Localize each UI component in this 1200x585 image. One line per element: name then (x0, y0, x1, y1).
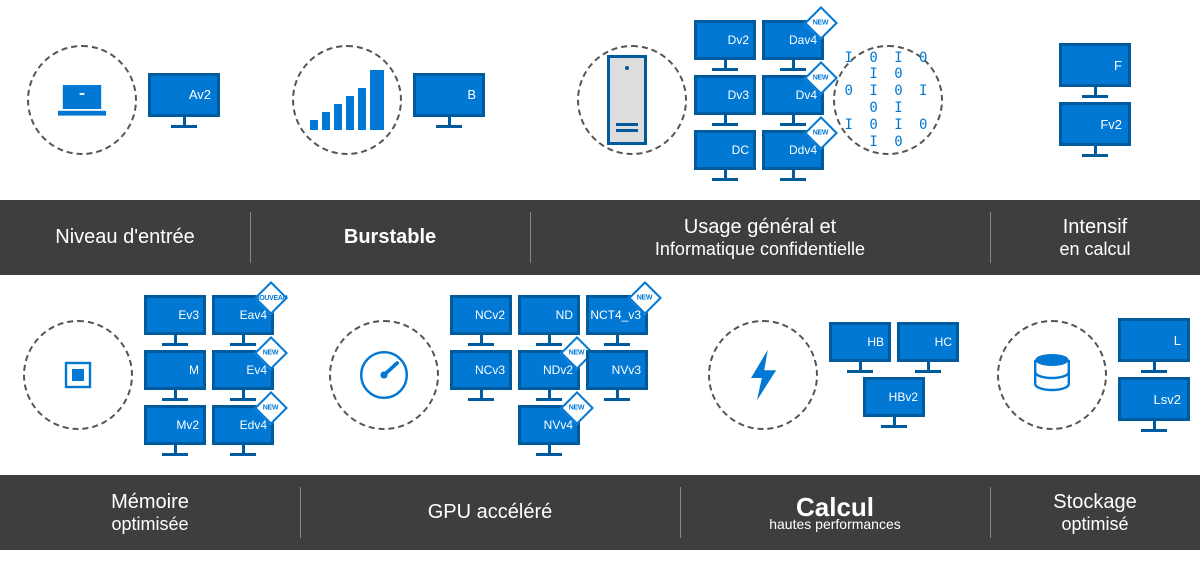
entry-level-cell: Av2 (0, 0, 250, 200)
bottom-icon-row: Ev3Eav4NOUVEAUMEv4NEWMv2Edv4NEW NCv2NDNC… (0, 275, 1200, 475)
monitor-b: B (413, 73, 485, 128)
monitor-dv3: Dv3 (694, 75, 756, 126)
memory-optimized-cell: Ev3Eav4NOUVEAUMEv4NEWMv2Edv4NEW (0, 275, 300, 475)
monitor-hb: HB (829, 322, 891, 373)
cpu-chip-icon (23, 320, 133, 430)
monitor-dc: DC (694, 130, 756, 181)
monitor-av2: Av2 (148, 73, 220, 128)
bar-chart-icon (292, 45, 402, 155)
monitor-dv2: Dv2 (694, 20, 756, 71)
label-storage-l2: optimisé (1061, 514, 1128, 535)
monitor-eav4: Eav4NOUVEAU (212, 295, 274, 346)
monitor-nct4_v3: NCT4_v3NEW (586, 295, 648, 346)
monitor-l: L (1118, 318, 1190, 373)
hpc-cell: HBHCHBv2 (680, 275, 990, 475)
database-cylinder-icon (997, 320, 1107, 430)
label-memory-l1: Mémoire (111, 491, 189, 514)
top-label-row: Niveau d'entrée Burstable Usage général … (0, 200, 1200, 275)
monitor-nd: ND (518, 295, 580, 346)
monitor-m: M (144, 350, 206, 401)
monitor-ndv2: NDv2NEW (518, 350, 580, 401)
monitor-dav4: Dav4NEW (762, 20, 824, 71)
monitor-fv2: Fv2 (1059, 102, 1131, 157)
monitor-hc: HC (897, 322, 959, 373)
monitor-dv4: Dv4NEW (762, 75, 824, 126)
gpu-accelerated-cell: NCv2NDNCT4_v3NEW NCv3NDv2NEWNVv3NVv4NEW (300, 275, 680, 475)
monitor-edv4: Edv4NEW (212, 405, 274, 456)
laptop-icon (27, 45, 137, 155)
gauge-speedometer-icon (329, 320, 439, 430)
label-general-l2: Informatique confidentielle (655, 239, 865, 260)
label-compute-l2: en calcul (1059, 239, 1130, 260)
monitor-mv2: Mv2 (144, 405, 206, 456)
monitor-ddv4: Ddv4NEW (762, 130, 824, 181)
monitor-nvv3: NVv3 (586, 350, 648, 401)
bottom-label-row: Mémoire optimisée GPU accéléré Calcul ha… (0, 475, 1200, 550)
lightning-bolt-icon (708, 320, 818, 430)
label-burstable: Burstable (344, 226, 436, 249)
compute-intensive-cell: FFv2 (990, 0, 1200, 200)
monitor-ev4: Ev4NEW (212, 350, 274, 401)
monitor-f: F (1059, 43, 1131, 98)
monitor-nvv4: NVv4NEW (518, 405, 580, 456)
label-compute-l1: Intensif (1063, 216, 1127, 239)
monitor-ncv3: NCv3 (450, 350, 512, 401)
monitor-ev3: Ev3 (144, 295, 206, 346)
label-storage-l1: Stockage (1053, 491, 1136, 514)
label-entry-level: Niveau d'entrée (55, 226, 194, 249)
label-memory-l2: optimisée (111, 514, 188, 535)
binary-code-icon: I 0 I 0 I 0 0 I 0 I 0 I I 0 I 0 I 0 (833, 45, 943, 155)
monitor-ncv2: NCv2 (450, 295, 512, 346)
monitor-hbv2: HBv2 (863, 377, 925, 428)
label-general-l1: Usage général et (684, 216, 836, 239)
top-icon-row: Av2 B Dv2Dav4NEWDv3Dv4NEWDCDdv4NEW I 0 I… (0, 0, 1200, 200)
general-monitor-grid: Dv2Dav4NEWDv3Dv4NEWDCDdv4NEW (691, 18, 827, 183)
label-gpu: GPU accéléré (428, 501, 553, 524)
storage-optimized-cell: LLsv2 (990, 275, 1200, 475)
monitor-lsv2: Lsv2 (1118, 377, 1190, 432)
burstable-cell: B (250, 0, 530, 200)
server-tower-icon (577, 45, 687, 155)
label-hpc-l2: hautes performances (769, 516, 901, 532)
general-purpose-cell: Dv2Dav4NEWDv3Dv4NEWDCDdv4NEW I 0 I 0 I 0… (530, 0, 990, 200)
